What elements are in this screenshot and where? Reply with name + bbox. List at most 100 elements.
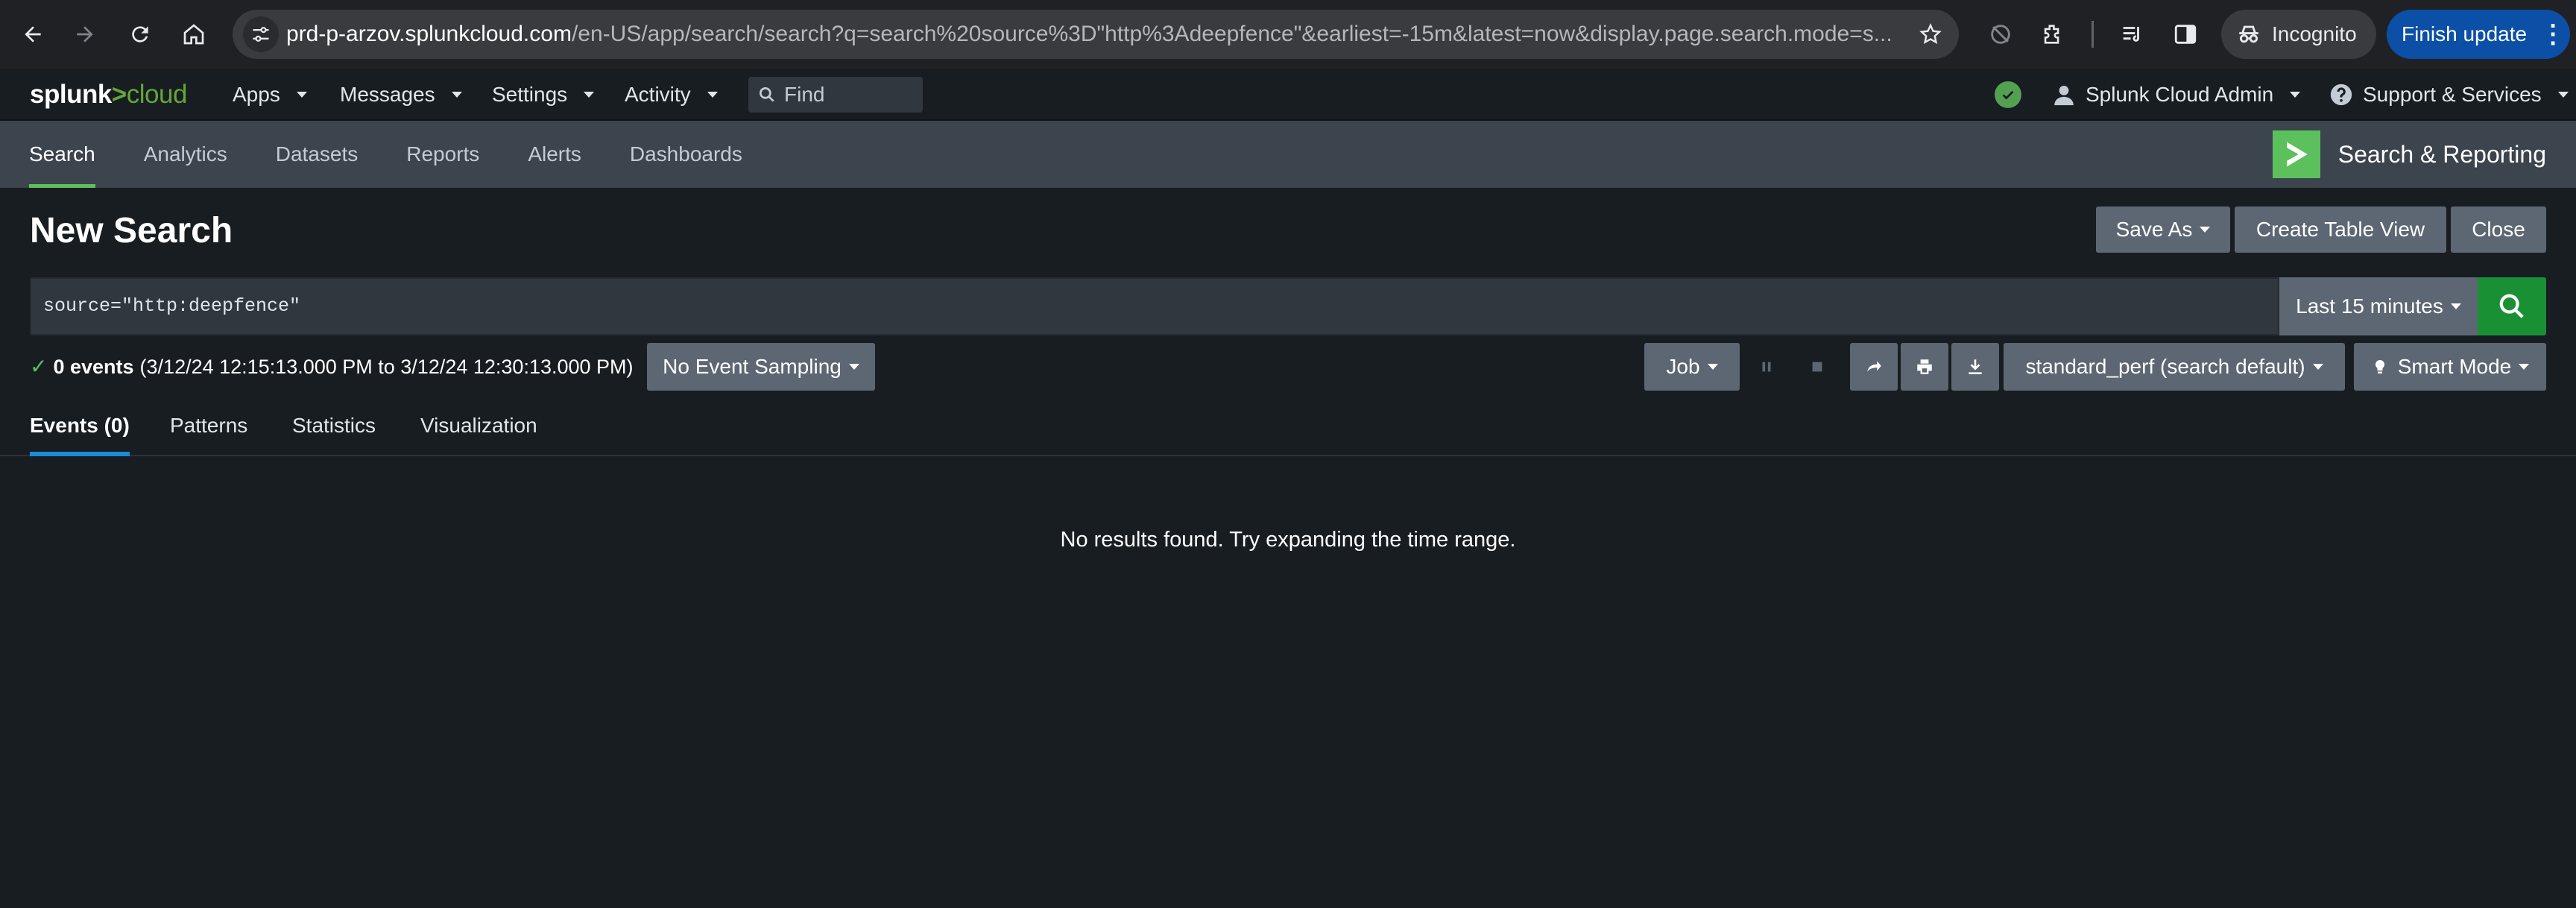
print-icon xyxy=(1917,359,1932,374)
url-path: /en-US/app/search/search?q=search%20sour… xyxy=(571,22,1892,46)
search-reporting-app-icon xyxy=(2272,130,2320,178)
event-count: 0 events xyxy=(53,356,134,378)
health-status-icon[interactable] xyxy=(1995,81,2021,108)
app-title[interactable]: Search & Reporting xyxy=(2272,121,2546,188)
app-bar: Search Analytics Datasets Reports Alerts… xyxy=(0,121,2576,188)
user-menu-label: Splunk Cloud Admin xyxy=(2086,83,2274,106)
caret-down-icon xyxy=(1707,364,1718,370)
browser-toolbar: prd-p-arzov.splunkcloud.com/en-US/app/se… xyxy=(0,0,2576,69)
nav-search[interactable]: Search xyxy=(29,121,95,188)
lightbulb-icon xyxy=(2375,359,2384,373)
time-range-picker[interactable]: Last 15 minutes xyxy=(2279,277,2478,335)
event-sampling-dropdown[interactable]: No Event Sampling xyxy=(647,343,875,391)
search-query-input[interactable]: source="http:deepfence" xyxy=(30,277,2279,335)
results-tabs: Events (0) Patterns Statistics Visualiza… xyxy=(0,400,2576,456)
time-range-label: Last 15 minutes xyxy=(2296,294,2443,318)
forward-button[interactable] xyxy=(67,16,103,52)
nav-analytics[interactable]: Analytics xyxy=(144,121,227,188)
splunk-cloud-logo[interactable]: splunk>cloud xyxy=(30,78,187,112)
side-panel-icon[interactable] xyxy=(2171,19,2200,49)
caret-down-icon xyxy=(2290,92,2301,98)
run-search-button[interactable] xyxy=(2478,277,2546,335)
app-nav: Search Analytics Datasets Reports Alerts… xyxy=(0,121,762,188)
stop-icon xyxy=(1812,362,1822,372)
settings-menu-label: Settings xyxy=(492,83,568,106)
arrow-left-icon xyxy=(25,26,41,42)
time-window: (3/12/24 12:15:13.000 PM to 3/12/24 12:3… xyxy=(139,356,634,378)
caret-down-icon xyxy=(2312,364,2323,370)
support-services-menu[interactable]: Support & Services xyxy=(2329,69,2569,121)
export-button[interactable] xyxy=(1951,343,1999,391)
download-icon xyxy=(1969,359,1982,374)
logo-splunk-text: splunk xyxy=(30,80,112,109)
home-button[interactable] xyxy=(176,16,212,52)
tab-events[interactable]: Events (0) xyxy=(30,400,130,456)
nav-datasets[interactable]: Datasets xyxy=(276,121,359,188)
pause-button[interactable] xyxy=(1744,343,1789,391)
messages-menu-label: Messages xyxy=(340,83,435,106)
no-results-message: No results found. Try expanding the time… xyxy=(1060,528,1516,552)
reading-list-icon[interactable] xyxy=(2117,19,2147,49)
caret-down-icon xyxy=(296,92,307,98)
address-url[interactable]: prd-p-arzov.splunkcloud.com/en-US/app/se… xyxy=(286,10,1896,59)
save-as-button[interactable]: Save As xyxy=(2096,206,2230,253)
check-icon: ✓ xyxy=(30,355,48,378)
address-bar[interactable]: prd-p-arzov.splunkcloud.com/en-US/app/se… xyxy=(233,10,1959,59)
tracking-protection-icon[interactable] xyxy=(1986,19,2015,49)
workload-pool-dropdown[interactable]: standard_perf (search default) xyxy=(2004,343,2345,391)
home-icon xyxy=(183,24,204,45)
incognito-indicator[interactable]: Incognito xyxy=(2221,10,2376,59)
search-mode-dropdown[interactable]: Smart Mode xyxy=(2354,343,2546,391)
reload-icon xyxy=(132,26,148,42)
search-mode-label: Smart Mode xyxy=(2397,355,2512,378)
settings-menu[interactable]: Settings xyxy=(492,69,595,121)
apps-menu-label: Apps xyxy=(233,83,280,106)
close-label: Close xyxy=(2472,218,2525,241)
workload-pool-label: standard_perf (search default) xyxy=(2025,355,2305,378)
caret-down-icon xyxy=(2450,303,2461,309)
job-menu[interactable]: Job xyxy=(1644,343,1740,391)
search-query-text: source="http:deepfence" xyxy=(43,295,301,317)
find-input[interactable]: Find xyxy=(748,77,923,113)
toolbar-separator xyxy=(2092,21,2094,48)
finish-update-button[interactable]: Finish update ⋮ xyxy=(2387,10,2570,59)
share-button[interactable] xyxy=(1850,343,1898,391)
pause-icon xyxy=(1762,362,1771,372)
print-button[interactable] xyxy=(1901,343,1948,391)
tab-statistics[interactable]: Statistics xyxy=(292,400,376,456)
extensions-icon[interactable] xyxy=(2038,19,2068,49)
close-button[interactable]: Close xyxy=(2451,206,2546,253)
job-status: ✓ 0 events (3/12/24 12:15:13.000 PM to 3… xyxy=(30,352,634,382)
nav-dashboards[interactable]: Dashboards xyxy=(630,121,742,188)
back-button[interactable] xyxy=(15,16,51,52)
page-title: New Search xyxy=(30,211,233,250)
create-table-view-button[interactable]: Create Table View xyxy=(2235,206,2446,253)
bookmark-star-icon[interactable] xyxy=(1919,22,1942,46)
nav-alerts[interactable]: Alerts xyxy=(528,121,581,188)
caret-down-icon xyxy=(451,92,462,98)
tab-visualization[interactable]: Visualization xyxy=(420,400,537,456)
arrow-right-icon xyxy=(77,26,93,42)
help-icon xyxy=(2330,83,2352,106)
stop-button[interactable] xyxy=(1795,343,1840,391)
logo-cloud-text: cloud xyxy=(126,80,188,109)
job-menu-label: Job xyxy=(1666,355,1700,378)
caret-down-icon xyxy=(584,92,595,98)
activity-menu[interactable]: Activity xyxy=(625,69,718,121)
nav-reports[interactable]: Reports xyxy=(406,121,479,188)
user-menu[interactable]: Splunk Cloud Admin xyxy=(2051,69,2301,121)
save-as-label: Save As xyxy=(2115,218,2193,241)
caret-down-icon xyxy=(2200,227,2211,233)
caret-down-icon xyxy=(2519,364,2530,370)
reload-button[interactable] xyxy=(122,16,158,52)
caret-down-icon xyxy=(707,92,718,98)
apps-menu[interactable]: Apps xyxy=(233,69,307,121)
logo-chevron-text: > xyxy=(111,80,127,109)
activity-menu-label: Activity xyxy=(625,83,691,106)
site-info-button[interactable] xyxy=(243,16,279,52)
messages-menu[interactable]: Messages xyxy=(340,69,462,121)
incognito-icon xyxy=(2239,25,2258,43)
tab-patterns[interactable]: Patterns xyxy=(170,400,247,456)
kebab-menu-icon: ⋮ xyxy=(2540,20,2566,48)
splunk-top-bar: splunk>cloud Apps Messages Settings Acti… xyxy=(0,69,2576,121)
